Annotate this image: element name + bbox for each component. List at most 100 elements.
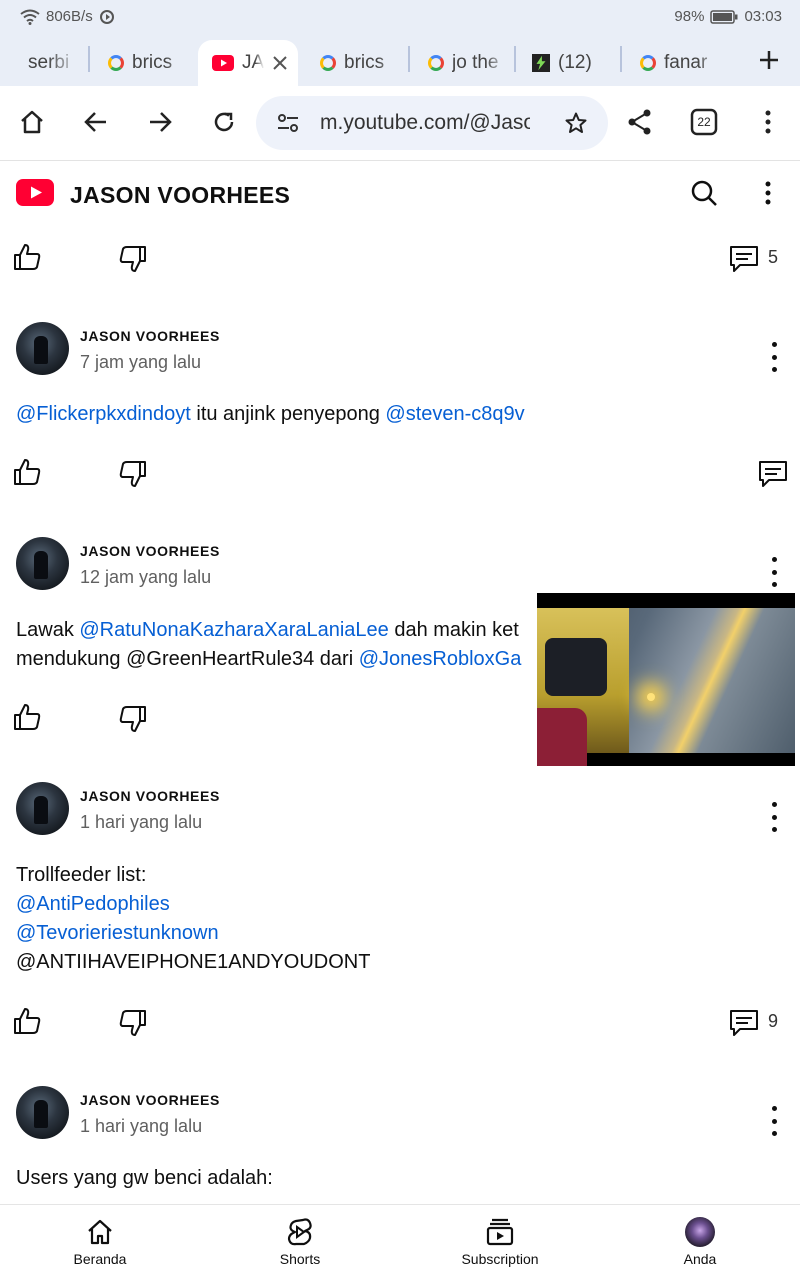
avatar [685, 1217, 715, 1247]
post-text: Lawak @RatuNonaKazharaXaraLaniaLee dah m… [16, 616, 521, 674]
back-button[interactable] [78, 104, 114, 140]
nav-label: Subscription [461, 1251, 539, 1267]
google-icon [320, 55, 336, 71]
battery-percent: 98% [674, 8, 705, 25]
home-button[interactable] [14, 104, 50, 140]
site-settings-icon[interactable] [276, 111, 300, 135]
post-header: JASON VOORHEES 1 hari yang lalu [0, 782, 800, 842]
post-header: JASON VOORHEES 12 jam yang lalu [0, 537, 800, 597]
post-actions [0, 455, 800, 495]
mention-link[interactable]: @steven-c8q9v [385, 403, 524, 425]
browser-toolbar: m.youtube.com/@Jaso 22 [0, 86, 800, 161]
post-text: @Flickerpkxdindoyt itu anjink penyepong … [16, 400, 525, 429]
address-bar[interactable]: m.youtube.com/@Jaso [256, 96, 608, 150]
post-author[interactable]: JASON VOORHEES [80, 1092, 220, 1108]
browser-tab[interactable]: brics [320, 40, 400, 86]
nav-item-home[interactable]: Beranda [40, 1217, 160, 1267]
nav-item-subscriptions[interactable]: Subscription [440, 1217, 560, 1267]
dislike-icon[interactable] [118, 704, 148, 734]
tab-label: brics [344, 52, 385, 73]
post-menu-button[interactable] [762, 802, 786, 832]
post-text-segment: Trollfeeder list: [16, 864, 147, 886]
browser-menu-button[interactable] [750, 104, 786, 140]
like-icon[interactable] [12, 702, 42, 732]
browser-tab[interactable]: jo the [428, 40, 508, 86]
post-author[interactable]: JASON VOORHEES [80, 543, 220, 559]
comment-count: 9 [768, 1011, 779, 1031]
post-time: 1 hari yang lalu [80, 1116, 203, 1136]
reload-icon [214, 112, 234, 132]
post-author[interactable]: JASON VOORHEES [80, 788, 220, 804]
browser-tab[interactable]: (12) [532, 40, 612, 86]
home-icon [21, 110, 43, 134]
forward-button[interactable] [142, 104, 178, 140]
mention-link[interactable]: @AntiPedophiles [16, 890, 370, 919]
tab-label: (12) [558, 52, 592, 73]
post-menu-button[interactable] [762, 557, 786, 587]
tab-divider [620, 46, 622, 72]
shorts-icon [287, 1218, 312, 1246]
tab-label: fanar [664, 52, 708, 73]
more-vert-icon[interactable] [764, 181, 772, 205]
mention-link[interactable]: @Tevorieriestunknown [16, 919, 370, 948]
post-text: Users yang gw benci adalah: [16, 1164, 273, 1193]
post-text-segment: itu anjink penyepong [190, 403, 386, 425]
post-text-segment: Lawak [16, 619, 80, 641]
post-time: 12 jam yang lalu [80, 567, 212, 587]
post-time: 1 hari yang lalu [80, 812, 203, 832]
avatar[interactable] [16, 782, 69, 835]
site-icon [532, 54, 550, 72]
mini-player[interactable] [537, 593, 795, 766]
browser-tab-active[interactable]: JA [198, 40, 298, 86]
mention-link[interactable]: @Flickerpkxdindoyt [16, 403, 191, 425]
tab-label: serbi [28, 52, 70, 73]
post-text-segment: Users yang gw benci adalah: [16, 1167, 273, 1189]
comment-icon[interactable] [757, 459, 789, 489]
post-menu-button[interactable] [762, 1106, 786, 1136]
more-vert-icon [765, 110, 771, 134]
mention-link[interactable]: @JonesRobloxGa [359, 648, 522, 670]
dislike-icon[interactable] [118, 459, 148, 489]
post-text-segment: mendukung @GreenHeartRule34 dari [16, 648, 359, 670]
url-text[interactable]: m.youtube.com/@Jaso [320, 111, 530, 135]
google-icon [428, 55, 444, 71]
post-header: JASON VOORHEES 1 hari yang lalu [0, 1086, 800, 1146]
post-author[interactable]: JASON VOORHEES [80, 328, 220, 344]
post-header: JASON VOORHEES 7 jam yang lalu [0, 322, 800, 382]
comment-icon[interactable] [728, 1008, 760, 1038]
star-icon[interactable] [564, 111, 588, 135]
like-icon[interactable] [12, 1006, 42, 1036]
google-icon [108, 55, 124, 71]
mention-link[interactable]: @RatuNonaKazharaXaraLaniaLee [79, 619, 388, 641]
new-tab-button[interactable] [738, 34, 800, 86]
tab-count: 22 [697, 115, 711, 129]
like-icon[interactable] [12, 457, 42, 487]
nav-item-you[interactable]: Anda [640, 1217, 760, 1267]
avatar[interactable] [16, 322, 69, 375]
like-icon[interactable] [12, 242, 42, 272]
post-actions: 5 [0, 240, 800, 280]
close-icon[interactable] [272, 55, 288, 71]
youtube-logo-icon[interactable] [16, 179, 54, 206]
nav-label: Beranda [73, 1251, 127, 1267]
reload-button[interactable] [206, 104, 242, 140]
battery-icon [710, 9, 738, 24]
dislike-icon[interactable] [118, 244, 148, 274]
search-icon[interactable] [690, 179, 718, 207]
nav-item-shorts[interactable]: Shorts [240, 1217, 360, 1267]
avatar[interactable] [16, 1086, 69, 1139]
share-button[interactable] [622, 104, 658, 140]
browser-tab[interactable]: serbi [0, 40, 80, 86]
dislike-icon[interactable] [118, 1008, 148, 1038]
comment-count: 5 [768, 247, 779, 267]
home-icon [88, 1219, 112, 1245]
tab-switcher-button[interactable]: 22 [686, 104, 722, 140]
comment-icon[interactable] [728, 244, 760, 274]
nav-label: Shorts [279, 1251, 321, 1267]
avatar[interactable] [16, 537, 69, 590]
browser-tab[interactable]: brics [108, 40, 188, 86]
tab-divider [408, 46, 410, 72]
post-menu-button[interactable] [762, 342, 786, 372]
browser-tab[interactable]: fanar [640, 40, 720, 86]
channel-title: JASON VOORHEES [70, 182, 291, 208]
